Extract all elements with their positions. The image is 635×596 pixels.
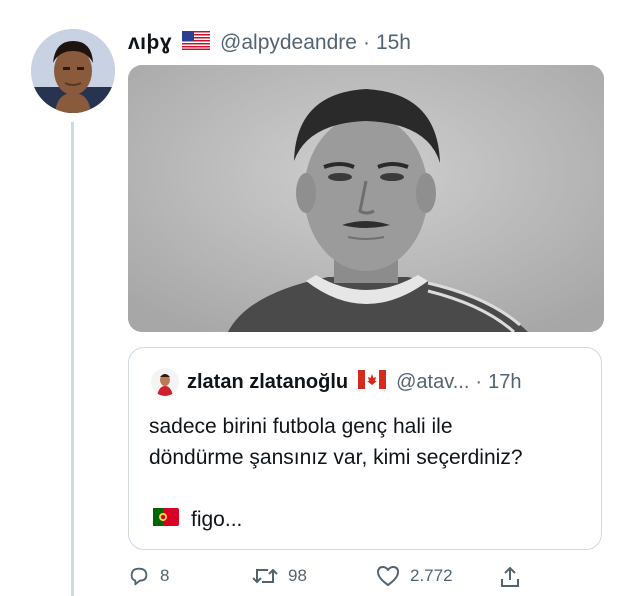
tweet-header: ʌıþɣ @alpydeandre · 15h [128, 29, 411, 57]
quoted-text-line: sadece birini futbola genç hali ile [149, 415, 453, 438]
header-separator: · [362, 31, 370, 54]
reply-icon [130, 567, 148, 586]
heart-icon [377, 566, 399, 586]
quoted-tweet-header: zlatan zlatanoğlu @atav... · 17h [151, 368, 521, 396]
retweet-count: 98 [288, 566, 307, 585]
quoted-tweet-text: sadece birini futbola genç hali ile dönd… [149, 411, 589, 473]
tweet-timestamp[interactable]: 15h [376, 31, 411, 55]
retweet-button[interactable]: 98 [252, 565, 307, 587]
author-handle[interactable]: @alpydeandre [220, 31, 357, 55]
quoted-author-handle: @atav... [396, 370, 470, 393]
portrait-image [128, 65, 604, 332]
portugal-flag-icon [153, 508, 179, 532]
tweet-photo[interactable] [128, 65, 604, 332]
reply-button[interactable]: 8 [128, 565, 169, 587]
author-avatar[interactable] [31, 29, 115, 113]
share-button[interactable] [498, 565, 532, 589]
quoted-author-display-name: zlatan zlatanoğlu [187, 370, 349, 393]
quoted-tweet-footer: figo... [153, 508, 242, 532]
author-avatar-image [31, 29, 115, 113]
author-display-name[interactable]: ʌıþɣ [128, 31, 172, 55]
quoted-header-separator: · [475, 370, 483, 393]
like-button[interactable]: 2.772 [376, 565, 453, 587]
retweet-icon [252, 568, 278, 584]
quoted-footer-text: figo... [191, 508, 243, 531]
reply-count: 8 [160, 566, 170, 585]
tweet-actions: 8 98 2.772 [128, 565, 528, 591]
quoted-author-avatar [151, 368, 179, 396]
quoted-text-line: döndürme şansınız var, kimi seçerdiniz? [149, 446, 523, 469]
thread-line [71, 122, 74, 596]
like-count: 2.772 [410, 566, 453, 585]
quoted-tweet-timestamp: 17h [488, 370, 522, 393]
quoted-tweet[interactable]: zlatan zlatanoğlu @atav... · 17h sadece … [128, 347, 602, 550]
share-icon [501, 566, 519, 587]
us-flag-icon [182, 31, 211, 55]
canada-flag-icon [358, 370, 387, 394]
